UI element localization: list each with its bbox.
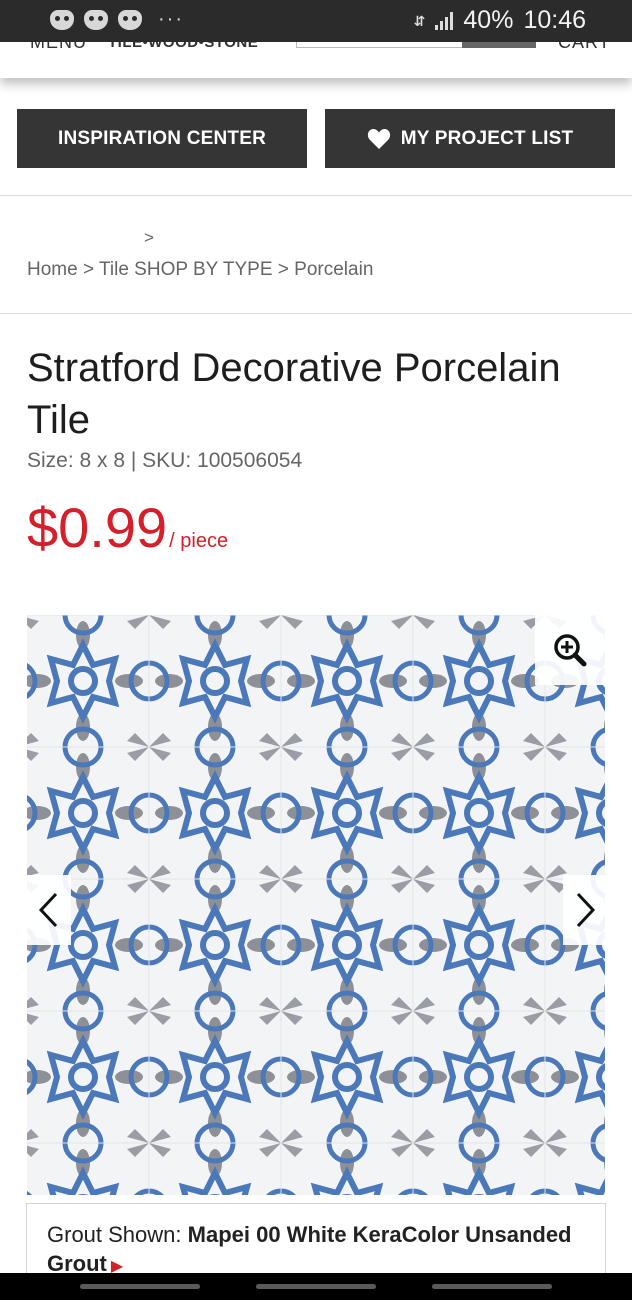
heart-icon <box>367 128 390 149</box>
product-size-sku: Size: 8 x 8 | SKU: 100506054 <box>27 449 303 472</box>
previous-image-button[interactable] <box>27 875 71 945</box>
system-navigation-bar <box>0 1273 632 1300</box>
divider <box>0 195 632 196</box>
home-button[interactable] <box>256 1284 376 1289</box>
breadcrumb[interactable]: Home > Tile SHOP BY TYPE > Porcelain <box>27 259 373 281</box>
divider <box>0 313 632 314</box>
game-controller-icon <box>118 9 142 30</box>
product-title: Stratford Decorative Porcelain Tile <box>27 346 561 442</box>
my-project-list-button[interactable]: MY PROJECT LIST <box>325 109 615 168</box>
battery-percent: 40% <box>463 6 514 34</box>
mobile-data-icon: ⇵ <box>413 12 426 29</box>
signal-icon <box>435 11 454 30</box>
chevron-right-icon <box>576 892 596 928</box>
zoom-button[interactable] <box>535 615 605 685</box>
next-image-button[interactable] <box>563 875 607 945</box>
product-image[interactable] <box>27 615 605 1195</box>
grout-label: Grout Shown: <box>47 1222 188 1247</box>
status-bar: ··· ⇵ 40% 10:46 <box>0 0 632 42</box>
clock-time: 10:46 <box>523 6 586 34</box>
back-button[interactable] <box>432 1284 552 1289</box>
more-dots-icon: ··· <box>158 8 184 30</box>
my-project-list-label: MY PROJECT LIST <box>400 127 574 149</box>
chevron-left-icon <box>38 892 58 928</box>
product-price: $0.99 / piece <box>27 496 228 560</box>
inspiration-center-label: INSPIRATION CENTER <box>57 127 267 149</box>
inspiration-center-button[interactable]: INSPIRATION CENTER <box>17 109 307 168</box>
recent-apps-button[interactable] <box>80 1284 200 1289</box>
price-amount: $0.99 <box>27 496 168 559</box>
search-button[interactable] <box>462 42 536 48</box>
notification-icons: ··· <box>50 8 184 31</box>
tile-pattern-image <box>27 615 605 1195</box>
cart-link[interactable]: CART <box>558 42 611 53</box>
price-unit: / piece <box>169 530 229 552</box>
game-controller-icon <box>84 9 108 30</box>
site-header: MENU TILE•WOOD•STONE CART <box>0 42 632 78</box>
breadcrumb-separator: > <box>144 228 154 247</box>
site-logo[interactable]: TILE•WOOD•STONE <box>108 42 258 51</box>
system-status: ⇵ 40% 10:46 <box>414 6 586 35</box>
menu-button[interactable]: MENU <box>30 42 87 53</box>
zoom-in-icon <box>554 634 587 667</box>
game-controller-icon <box>50 9 74 30</box>
